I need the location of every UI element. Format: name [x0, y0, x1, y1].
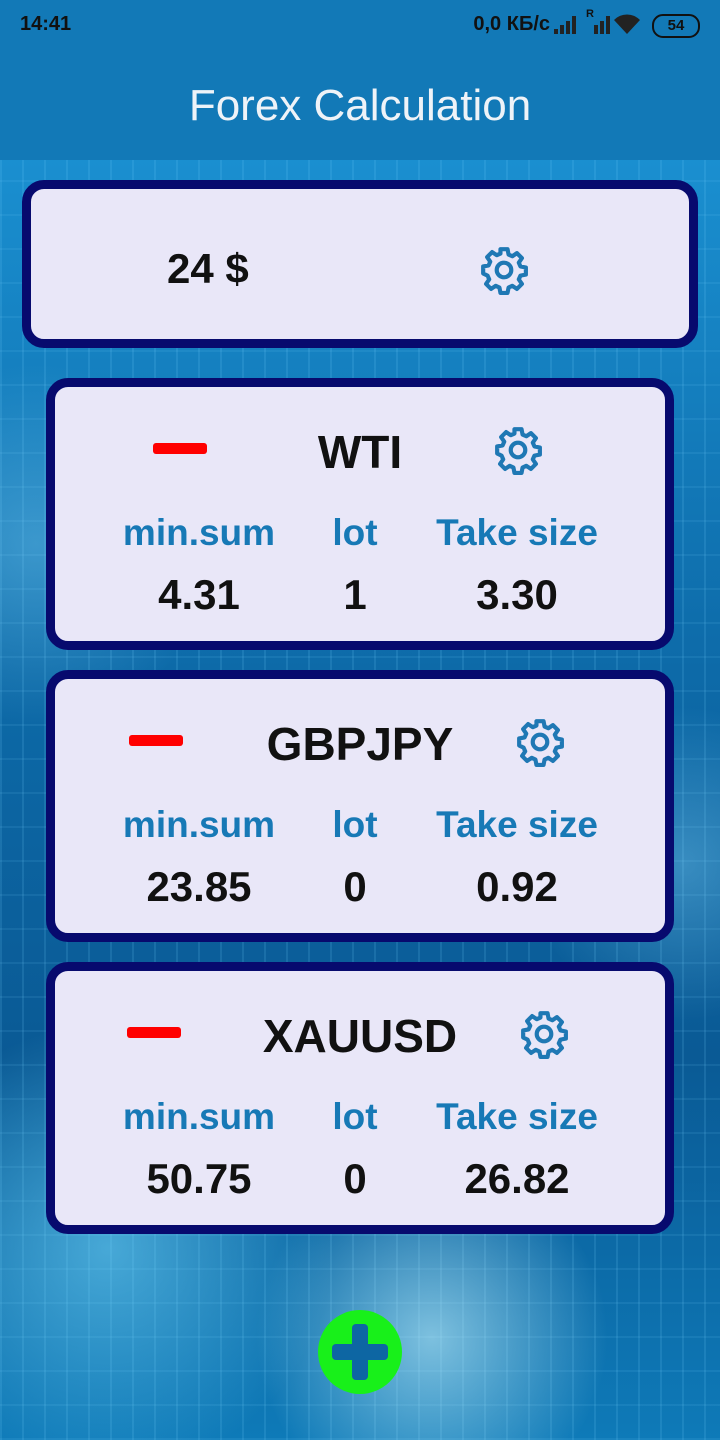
take-size-value: 0.92: [476, 863, 558, 910]
roaming-signal-icon: R: [586, 8, 614, 34]
pair-settings-gear-icon[interactable]: [519, 1009, 569, 1059]
pair-settings-gear-icon[interactable]: [493, 425, 543, 475]
take-size-label: Take size: [436, 804, 598, 845]
take-size-value: 3.30: [476, 571, 558, 618]
pair-card-xauusd: XAUUSD min.sum lot Take size 50.75 0 26.…: [46, 962, 674, 1234]
add-pair-button[interactable]: [318, 1310, 402, 1394]
take-size-value: 26.82: [464, 1155, 570, 1202]
status-bar: 14:41 0,0 КБ/с R 54: [0, 0, 720, 52]
pair-symbol: XAUUSD: [262, 1010, 458, 1062]
balance-value: 24 $: [167, 245, 249, 292]
wifi-icon: [614, 14, 640, 34]
signal-icon: [554, 14, 580, 34]
status-time: 14:41: [20, 13, 72, 35]
pair-settings-gear-icon[interactable]: [515, 717, 565, 767]
pair-symbol: GBPJPY: [266, 718, 454, 770]
app-title: Forex Calculation: [188, 81, 532, 130]
pair-symbol: WTI: [317, 426, 403, 478]
network-speed: 0,0 КБ/с: [473, 13, 550, 35]
pair-card-wti: WTI min.sum lot Take size 4.31 1 3.30: [46, 378, 674, 650]
roaming-mark: R: [586, 8, 594, 20]
balance-card: 24 $: [22, 180, 698, 348]
battery-icon: 54: [652, 14, 700, 38]
take-size-label: Take size: [436, 1096, 598, 1137]
take-size-label: Take size: [436, 512, 598, 553]
pair-card-gbpjpy: GBPJPY min.sum lot Take size 23.85 0 0.9…: [46, 670, 674, 942]
battery-level: 54: [667, 17, 685, 34]
app-bar: Forex Calculation: [0, 52, 720, 160]
balance-settings-gear-icon[interactable]: [479, 245, 529, 295]
